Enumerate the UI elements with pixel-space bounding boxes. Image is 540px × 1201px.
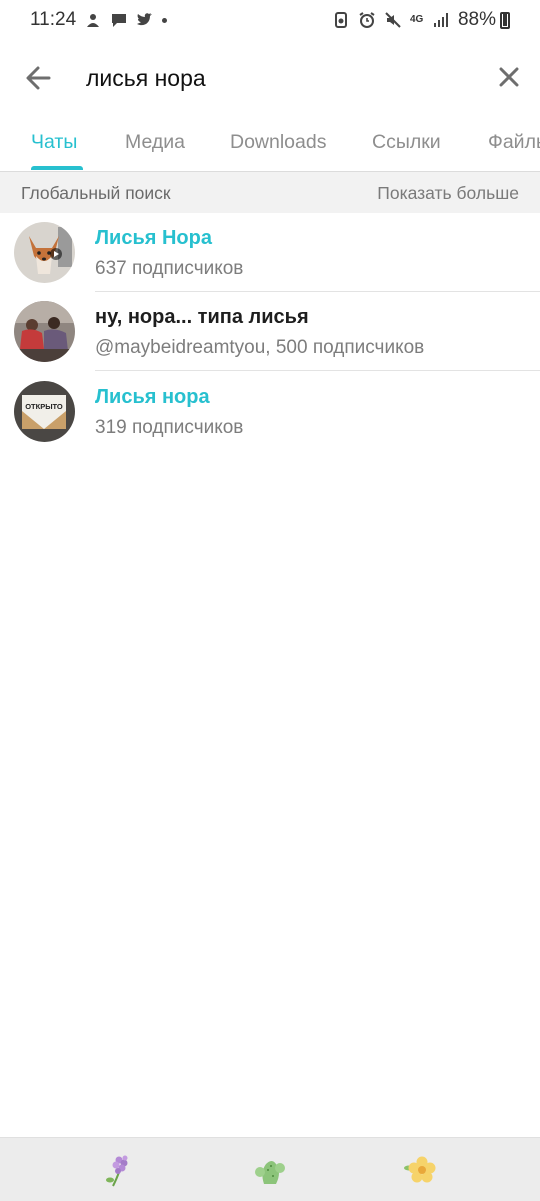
- alarm-clock-icon: [359, 12, 375, 28]
- divider: [95, 370, 540, 371]
- show-more-button[interactable]: Показать больше: [377, 183, 519, 204]
- nav-button-recent[interactable]: [101, 1152, 137, 1188]
- twitter-bird-icon: [137, 13, 153, 26]
- chat-bubble-icon: [112, 14, 127, 27]
- nav-button-back[interactable]: [403, 1152, 439, 1188]
- tab-media[interactable]: Медиа: [125, 131, 185, 154]
- section-title: Глобальный поиск: [21, 183, 171, 203]
- result-subtitle: @maybeidreamtyou, 500 подписчиков: [95, 337, 425, 358]
- status-time: 11:24: [30, 9, 77, 30]
- back-button[interactable]: [22, 62, 54, 94]
- search-result-item[interactable]: Лисья Нора 637 подписчиков: [0, 213, 540, 292]
- tab-links[interactable]: Ссылки: [372, 131, 441, 154]
- avatar-sign-text: ОТКРЫТО: [25, 402, 63, 411]
- status-right: 4G 88%: [332, 9, 510, 31]
- result-subtitle: 319 подписчиков: [95, 417, 244, 438]
- notification-app-icon: [87, 14, 100, 27]
- close-icon: [499, 67, 519, 87]
- avatar: ОТКРЫТО: [14, 381, 75, 442]
- search-input[interactable]: [86, 60, 466, 96]
- more-notifications-dot: [162, 17, 168, 23]
- battery-icon: [500, 11, 510, 29]
- tab-downloads[interactable]: Downloads: [230, 131, 326, 154]
- nav-button-home[interactable]: [252, 1152, 288, 1188]
- bottom-nav-bar: [0, 1137, 540, 1201]
- result-title: Лисья Нора: [95, 227, 212, 249]
- recycle-icon: [334, 12, 347, 28]
- avatar: [14, 301, 75, 362]
- search-result-item[interactable]: ну, нора... типа лисья @maybeidreamtyou,…: [0, 292, 540, 371]
- search-header: [0, 40, 540, 115]
- active-tab-indicator: [31, 166, 83, 170]
- battery: 88%: [458, 9, 510, 31]
- status-bar: 11:24 4G 88%: [0, 0, 540, 40]
- mute-icon: [385, 12, 401, 28]
- network-type: 4G: [409, 14, 424, 25]
- cactus-icon: [255, 1161, 285, 1184]
- fox-avatar-image: [14, 222, 75, 283]
- people-avatar-image: [14, 301, 75, 362]
- arrow-left-icon: [26, 66, 51, 90]
- clear-search-button[interactable]: [494, 62, 524, 92]
- search-result-item[interactable]: ОТКРЫТО Лисья нора 319 подписчиков: [0, 372, 540, 451]
- yellow-flower-icon: [404, 1156, 436, 1183]
- lilac-flower-icon: [106, 1155, 128, 1187]
- global-search-header: Глобальный поиск Показать больше: [0, 172, 540, 213]
- tab-chats[interactable]: Чаты: [31, 131, 77, 154]
- status-left: 11:24: [30, 9, 168, 31]
- result-subtitle: 637 подписчиков: [95, 258, 244, 279]
- avatar: [14, 222, 75, 283]
- open-sign-avatar-image: ОТКРЫТО: [14, 381, 75, 442]
- tab-files[interactable]: Файлы: [488, 131, 540, 154]
- search-tabs: Чаты Медиа Downloads Ссылки Файлы: [0, 115, 540, 172]
- result-title: Лисья нора: [95, 386, 210, 408]
- signal-icon: [433, 13, 448, 27]
- battery-level: 88%: [457, 9, 496, 30]
- result-title: ну, нора... типа лисья: [95, 306, 309, 328]
